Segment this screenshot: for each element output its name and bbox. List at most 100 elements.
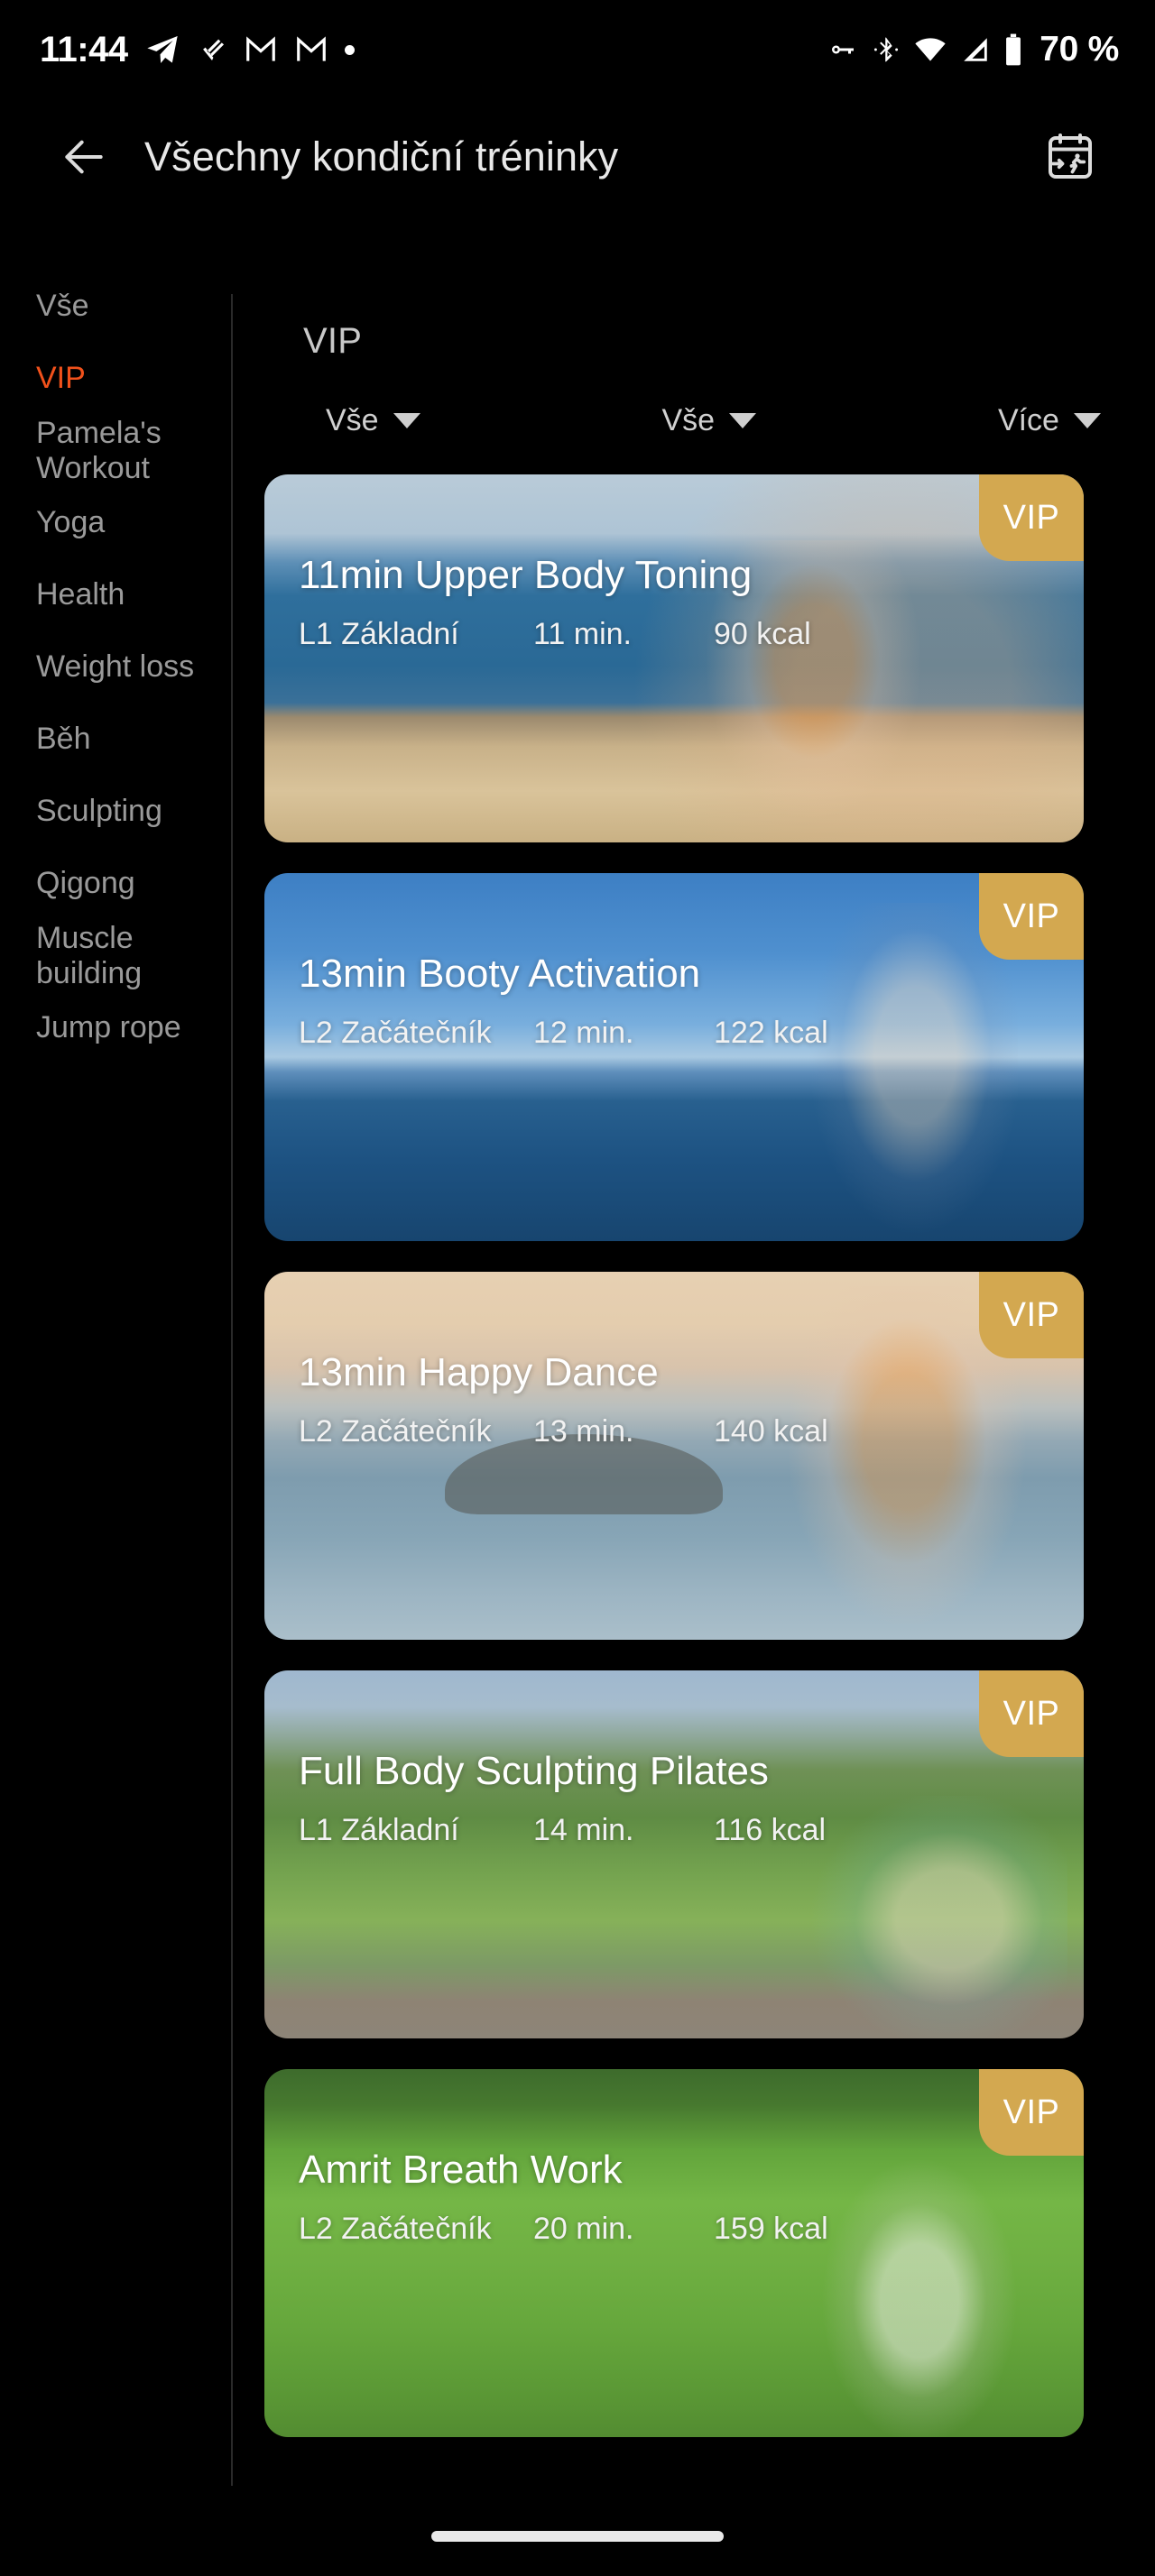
sidebar-item-vse[interactable]: Vše [0, 271, 231, 343]
page-title: Všechny kondiční tréninky [144, 133, 619, 179]
workout-card[interactable]: VIP 13min Happy Dance L2 Začátečník 13 m… [264, 1272, 1084, 1640]
filter-label: Vše [326, 403, 379, 437]
workout-duration: 13 min. [533, 1414, 634, 1449]
wifi-icon [915, 38, 946, 61]
status-bar-left: 11:44 [40, 32, 355, 68]
status-bar-right: 70 % [827, 30, 1119, 69]
battery-percent: 70 % [1040, 30, 1119, 69]
back-arrow-icon [65, 140, 103, 174]
sidebar-item-beh[interactable]: Běh [0, 704, 231, 776]
sidebar-item-label: Běh [36, 722, 91, 757]
sidebar-item-label: Yoga [36, 505, 106, 540]
vip-badge: VIP [979, 474, 1084, 561]
category-sidebar: Vše VIP Pamela's Workout Yoga Health Wei… [0, 271, 231, 1064]
status-bar: 11:44 70 % [0, 0, 1155, 99]
back-button[interactable] [43, 116, 125, 198]
workout-thumbnail [264, 474, 1084, 842]
sidebar-item-sculpting[interactable]: Sculpting [0, 776, 231, 848]
phone-screen: 11:44 70 % Všechny kondiční tréninky Vše… [0, 0, 1155, 2576]
app-bar: Všechny kondiční tréninky [0, 99, 1155, 215]
workout-level: L1 Základní [299, 1813, 459, 1848]
workout-level: L2 Začátečník [299, 2212, 492, 2247]
vip-badge: VIP [979, 1670, 1084, 1757]
calendar-run-button[interactable] [1032, 119, 1108, 195]
workout-duration: 11 min. [533, 617, 632, 652]
workout-thumbnail [264, 1670, 1084, 2038]
workout-thumbnail [264, 873, 1084, 1241]
workout-title: Full Body Sculpting Pilates [299, 1749, 769, 1793]
filter-dropdown-1[interactable]: Vše [326, 403, 420, 438]
workout-list-panel: VIP Vše Vše Více VIP 11min Upper Body To… [231, 271, 1155, 2468]
workout-level: L1 Základní [299, 617, 459, 652]
vip-badge: VIP [979, 2069, 1084, 2156]
sidebar-item-pamelas-workout[interactable]: Pamela's Workout [0, 415, 231, 487]
workout-calories: 159 kcal [714, 2212, 828, 2247]
chevron-down-icon [393, 413, 420, 428]
heart-slash-icon [202, 39, 224, 61]
workout-card[interactable]: VIP 13min Booty Activation L2 Začátečník… [264, 873, 1084, 1241]
sidebar-item-weight-loss[interactable]: Weight loss [0, 631, 231, 704]
telegram-icon [146, 36, 178, 63]
sidebar-item-vip[interactable]: VIP [0, 343, 231, 415]
workout-card-text: Full Body Sculpting Pilates L1 Základní … [299, 1749, 1084, 1848]
workout-card[interactable]: VIP Amrit Breath Work L2 Začátečník 20 m… [264, 2069, 1084, 2437]
cellular-signal-icon [964, 38, 988, 61]
sidebar-item-label: Weight loss [36, 649, 195, 685]
filter-label: Vše [661, 403, 716, 437]
workout-title: Amrit Breath Work [299, 2148, 623, 2192]
workout-card[interactable]: VIP Full Body Sculpting Pilates L1 Zákla… [264, 1670, 1084, 2038]
workout-card-text: 13min Happy Dance L2 Začátečník 13 min. … [299, 1350, 1084, 1449]
sidebar-item-yoga[interactable]: Yoga [0, 487, 231, 559]
workout-meta: L1 Základní 11 min. 90 kcal [299, 617, 1084, 652]
sidebar-item-label: Vše [36, 289, 89, 324]
content-area: Vše VIP Pamela's Workout Yoga Health Wei… [0, 271, 1155, 2486]
workout-meta: L2 Začátečník 12 min. 122 kcal [299, 1016, 1084, 1051]
filter-label: Více [997, 403, 1059, 437]
workout-thumbnail [264, 1272, 1084, 1640]
workout-card[interactable]: VIP 11min Upper Body Toning L1 Základní … [264, 474, 1084, 842]
chevron-down-icon [1073, 413, 1101, 428]
workout-calories: 140 kcal [714, 1414, 828, 1449]
sidebar-item-label: Muscle building [36, 920, 143, 990]
filter-dropdown-more[interactable]: Více [998, 403, 1101, 438]
workout-thumbnail [264, 2069, 1084, 2437]
dot-icon [344, 44, 355, 55]
workout-card-text: 13min Booty Activation L2 Začátečník 12 … [299, 952, 1084, 1051]
workout-calories: 116 kcal [714, 1813, 827, 1848]
workout-calories: 90 kcal [714, 617, 811, 652]
workout-card-text: 11min Upper Body Toning L1 Základní 11 m… [299, 553, 1084, 652]
sidebar-item-qigong[interactable]: Qigong [0, 848, 231, 920]
sidebar-item-jump-rope[interactable]: Jump rope [0, 992, 231, 1064]
filter-bar: Vše Vše Více [231, 403, 1155, 438]
bluetooth-icon [874, 37, 899, 62]
filter-dropdown-2[interactable]: Vše [661, 403, 757, 438]
sidebar-item-muscle-building[interactable]: Muscle building [0, 920, 231, 992]
gmail-icon [245, 36, 275, 61]
workout-title: 11min Upper Body Toning [299, 553, 753, 597]
battery-icon [1006, 33, 1021, 66]
sidebar-item-label: Sculpting [36, 794, 162, 829]
workout-title: 13min Happy Dance [299, 1350, 659, 1394]
sidebar-item-health[interactable]: Health [0, 559, 231, 631]
sidebar-item-label: Qigong [36, 866, 135, 901]
workout-level: L2 Začátečník [299, 1016, 492, 1051]
section-title: VIP [303, 321, 363, 361]
vip-badge: VIP [979, 1272, 1084, 1358]
workout-card-text: Amrit Breath Work L2 Začátečník 20 min. … [299, 2148, 1084, 2247]
workout-duration: 12 min. [533, 1016, 634, 1051]
chevron-down-icon [729, 413, 757, 428]
workout-calories: 122 kcal [714, 1016, 828, 1051]
sidebar-item-label: Health [36, 577, 125, 612]
vpn-key-icon [832, 45, 855, 54]
calendar-run-icon [1049, 133, 1093, 179]
workout-duration: 14 min. [533, 1813, 634, 1848]
workout-meta: L1 Základní 14 min. 116 kcal [299, 1813, 1084, 1848]
status-clock: 11:44 [40, 30, 128, 69]
sidebar-item-label: Jump rope [36, 1010, 181, 1045]
workout-meta: L2 Začátečník 20 min. 159 kcal [299, 2212, 1084, 2247]
home-indicator[interactable] [431, 2531, 724, 2542]
sidebar-item-label: Pamela's Workout [36, 415, 162, 485]
vip-badge: VIP [979, 873, 1084, 960]
workout-title: 13min Booty Activation [299, 952, 701, 996]
workout-duration: 20 min. [533, 2212, 634, 2247]
